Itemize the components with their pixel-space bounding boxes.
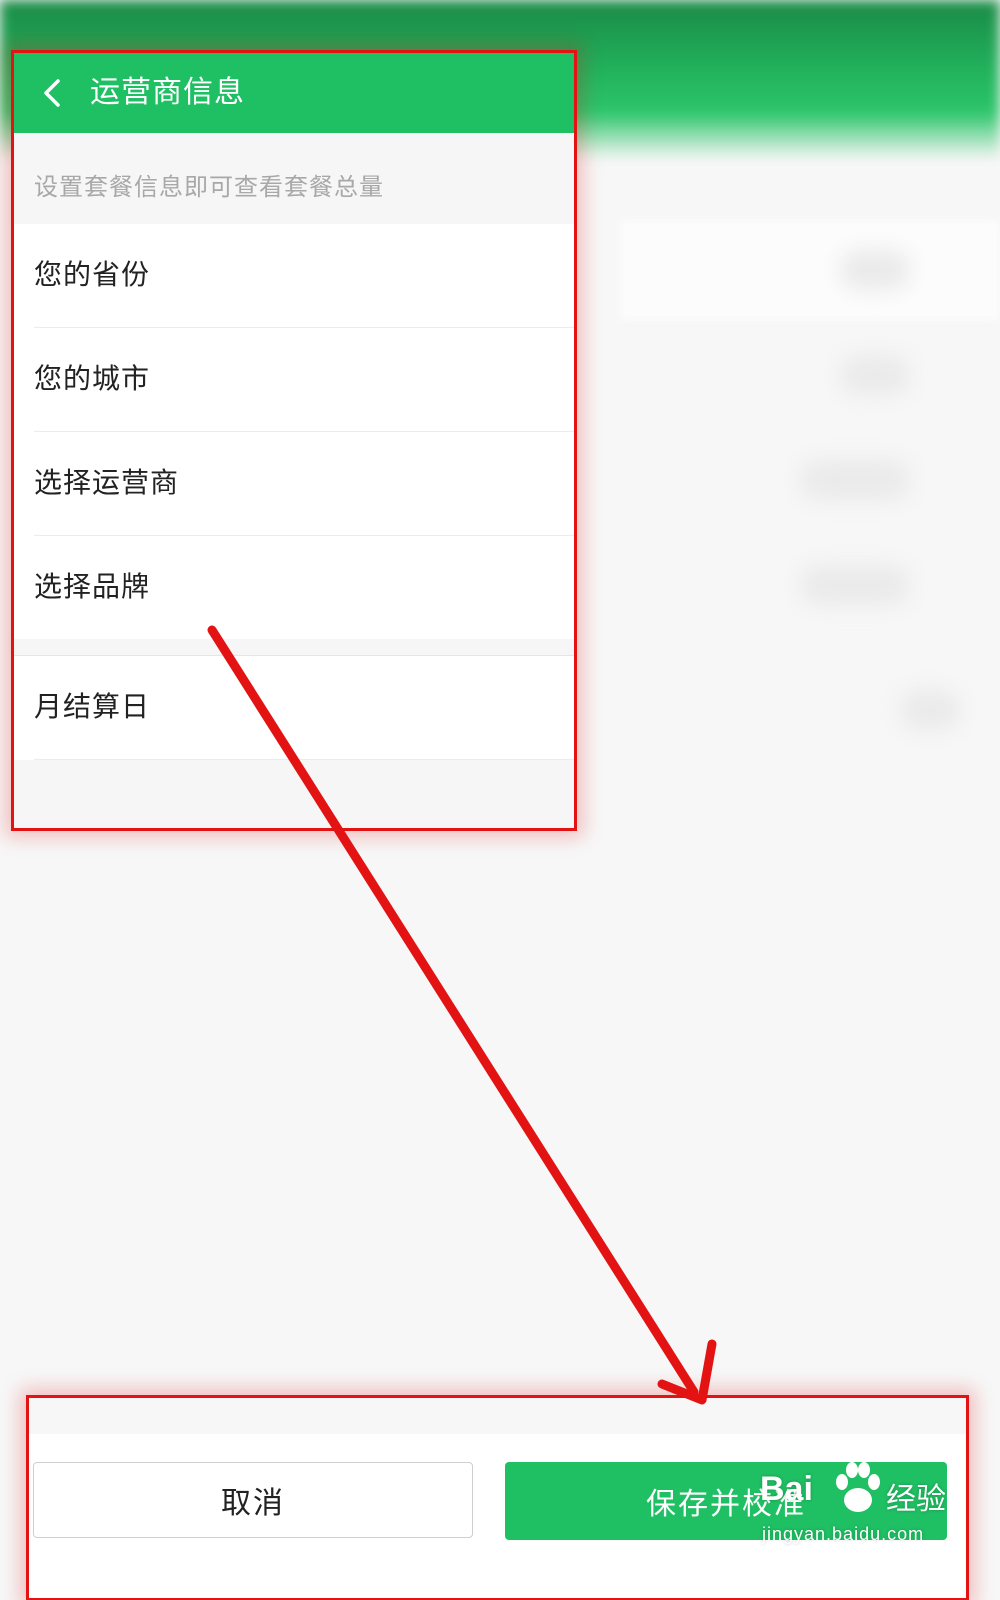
cancel-button[interactable]: 取消 — [33, 1462, 473, 1538]
blurred-bg-chip — [800, 460, 910, 500]
blurred-bg-row — [620, 220, 1000, 320]
list-item-label: 您的城市 — [34, 362, 151, 395]
billing-list: 月结算日 — [14, 655, 574, 760]
blurred-bg-chip — [900, 690, 960, 730]
list-item-label: 选择运营商 — [34, 466, 180, 499]
operator-item[interactable]: 选择运营商 — [34, 432, 574, 536]
list-item-label: 月结算日 — [34, 690, 151, 723]
page-title: 运营商信息 — [90, 75, 245, 110]
screen: 运营商信息 设置套餐信息即可查看套餐总量 您的省份 您的城市 选择运营商 选择品… — [0, 0, 1000, 1600]
operator-info-panel: 运营商信息 设置套餐信息即可查看套餐总量 您的省份 您的城市 选择运营商 选择品… — [11, 50, 577, 831]
nav-bar: 运营商信息 — [14, 53, 574, 133]
billing-day-item[interactable]: 月结算日 — [34, 656, 574, 760]
blurred-bg-chip — [800, 565, 910, 605]
province-item[interactable]: 您的省份 — [34, 224, 574, 328]
city-item[interactable]: 您的城市 — [34, 328, 574, 432]
action-bar-inner: 取消 保存并校准 — [29, 1434, 966, 1598]
list-item-label: 您的省份 — [34, 258, 151, 291]
blurred-bg-chip — [840, 355, 910, 395]
list-item-label: 选择品牌 — [34, 570, 151, 603]
blurred-bg-chip — [840, 250, 910, 290]
hint-text: 设置套餐信息即可查看套餐总量 — [34, 173, 384, 201]
save-and-calibrate-button[interactable]: 保存并校准 — [505, 1462, 947, 1540]
action-bar: 取消 保存并校准 — [26, 1395, 969, 1600]
settings-list: 您的省份 您的城市 选择运营商 选择品牌 — [14, 224, 574, 639]
chevron-left-icon[interactable] — [36, 75, 72, 111]
brand-item[interactable]: 选择品牌 — [34, 536, 574, 639]
